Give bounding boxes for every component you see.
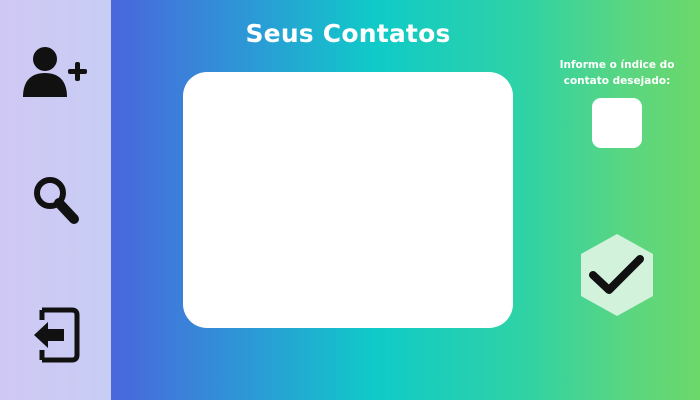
contacts-list-panel bbox=[183, 72, 513, 328]
sidebar bbox=[0, 0, 111, 400]
check-icon bbox=[581, 234, 653, 316]
contact-index-input[interactable] bbox=[592, 98, 642, 148]
page-title: Seus Contatos bbox=[245, 19, 451, 48]
app-window: Seus Contatos Informe o índice do contat… bbox=[0, 0, 700, 400]
exit-button[interactable] bbox=[0, 304, 111, 366]
confirm-button[interactable] bbox=[580, 233, 654, 317]
search-button[interactable] bbox=[0, 172, 111, 228]
user-plus-icon bbox=[22, 47, 87, 97]
sign-out-icon bbox=[33, 307, 79, 363]
index-prompt-label: Informe o índice do contato desejado: bbox=[559, 59, 675, 87]
add-contact-button[interactable] bbox=[0, 44, 111, 100]
main-area: Seus Contatos Informe o índice do contat… bbox=[111, 0, 700, 400]
magnifier-icon bbox=[33, 177, 79, 224]
